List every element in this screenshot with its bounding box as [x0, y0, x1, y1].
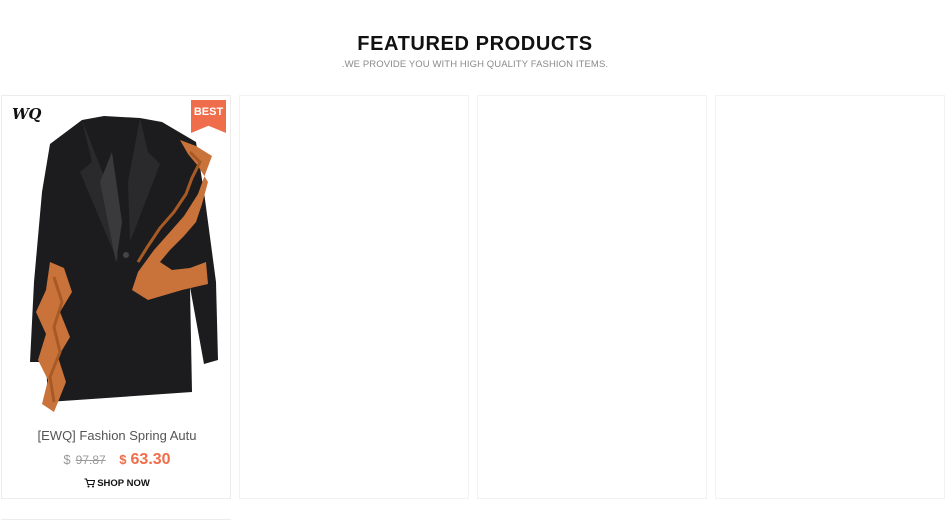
new-price: $63.30 [119, 451, 171, 468]
product-card[interactable]: WQ BEST [EWQ] Fashion Spring Autu $97.87… [1, 95, 231, 499]
cart-icon [84, 478, 96, 488]
shop-now-label: SHOP NOW [97, 478, 150, 489]
new-currency: $ [119, 452, 127, 467]
product-image[interactable] [20, 112, 220, 417]
old-price: $97.87 [63, 452, 109, 467]
product-card-placeholder [715, 95, 945, 499]
section-subtitle: .WE PROVIDE YOU WITH HIGH QUALITY FASHIO… [341, 59, 609, 70]
section-heading: FEATURED PRODUCTS .WE PROVIDE YOU WITH H… [0, 33, 950, 70]
old-currency: $ [63, 452, 71, 467]
old-price-amount: 97.87 [75, 453, 106, 467]
product-card-placeholder [239, 95, 469, 499]
new-price-amount: 63.30 [130, 451, 171, 468]
price-row: $97.87 $63.30 [2, 451, 232, 469]
product-name[interactable]: [EWQ] Fashion Spring Autu [2, 428, 232, 443]
section-title: FEATURED PRODUCTS [357, 33, 593, 55]
product-card-placeholder [477, 95, 707, 499]
next-row-card-edge [1, 519, 231, 523]
shop-now-button[interactable]: SHOP NOW [2, 478, 232, 489]
